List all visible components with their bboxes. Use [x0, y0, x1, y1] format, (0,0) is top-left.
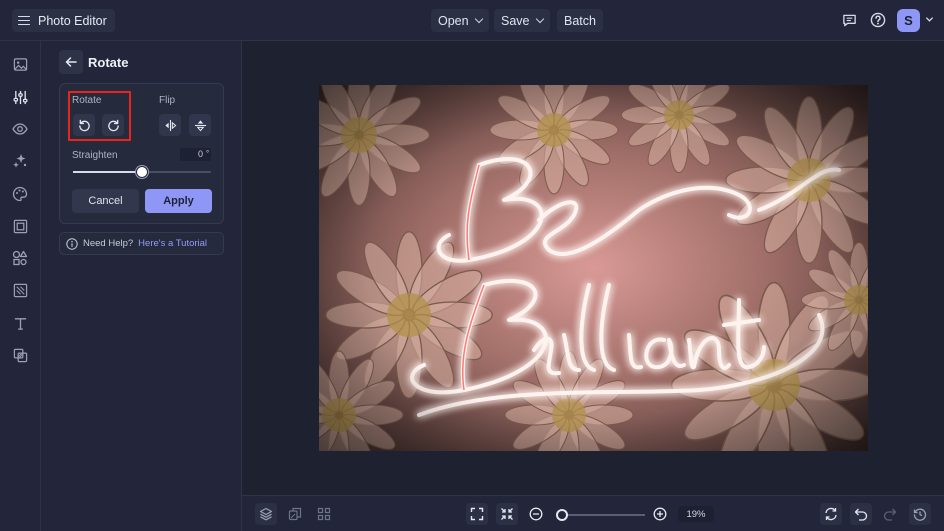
zoom-out-icon — [529, 507, 543, 521]
arrow-left-icon — [65, 57, 77, 67]
flip-vertical-button[interactable] — [189, 114, 211, 136]
zoom-value[interactable]: 19% — [678, 506, 714, 522]
redo-button[interactable] — [879, 503, 901, 525]
history-button[interactable] — [909, 503, 931, 525]
apply-button[interactable]: Apply — [145, 189, 212, 213]
zoom-slider-handle[interactable] — [555, 509, 568, 521]
rotate-ccw-icon — [78, 119, 90, 131]
degree-unit: ° — [206, 149, 210, 158]
sidebar-item-overlays[interactable] — [11, 346, 29, 364]
flip-label: Flip — [159, 95, 176, 106]
avatar[interactable]: S — [897, 9, 920, 32]
sidebar-item-frames[interactable] — [11, 217, 29, 235]
actual-size-button[interactable] — [496, 503, 518, 525]
reset-button[interactable] — [820, 503, 842, 525]
sidebar-item-color[interactable] — [11, 185, 29, 203]
chevron-down-icon — [474, 14, 483, 24]
fit-to-screen-button[interactable] — [466, 503, 488, 525]
cancel-button[interactable]: Cancel — [72, 189, 139, 213]
adjustments-icon — [13, 90, 27, 104]
neon-sign-photo — [319, 85, 868, 451]
flip-horizontal-icon — [164, 119, 176, 131]
batch-button[interactable]: Batch — [557, 9, 603, 32]
grid-icon — [317, 507, 331, 521]
compare-button[interactable] — [284, 503, 306, 525]
sidebar-item-image[interactable] — [11, 55, 29, 73]
chevron-down-icon[interactable] — [925, 15, 934, 24]
undo-icon — [854, 508, 868, 521]
zoom-out-button[interactable] — [525, 503, 547, 525]
grid-view-button[interactable] — [313, 503, 335, 525]
sidebar-item-adjustments[interactable] — [11, 88, 29, 106]
open-label: Open — [438, 13, 469, 28]
sidebar-item-graphics[interactable] — [11, 249, 29, 267]
compare-icon — [288, 507, 302, 521]
overlay-icon — [13, 348, 27, 362]
chevron-down-icon — [535, 14, 544, 24]
sidebar-item-textures[interactable] — [11, 281, 29, 299]
redo-icon — [883, 508, 897, 521]
app-title: Photo Editor — [38, 13, 107, 28]
flip-horizontal-button[interactable] — [159, 114, 181, 136]
bottom-toolbar: 19% — [242, 495, 944, 531]
app-menu-button[interactable]: Photo Editor — [12, 9, 115, 32]
zoom-slider[interactable] — [555, 509, 645, 521]
hamburger-icon — [18, 15, 30, 26]
straighten-slider-fill — [73, 171, 142, 173]
question-circle-icon — [870, 12, 886, 28]
chat-icon — [842, 14, 856, 26]
history-icon — [913, 508, 927, 521]
help-tutorial-link[interactable]: Need Help? Here's a Tutorial — [59, 232, 224, 255]
layers-button[interactable] — [255, 503, 277, 525]
canvas-area — [242, 41, 944, 495]
sidebar-item-text[interactable] — [11, 314, 29, 332]
expand-icon — [470, 507, 484, 521]
undo-button[interactable] — [850, 503, 872, 525]
save-menu-button[interactable]: Save — [494, 9, 550, 32]
palette-icon — [12, 186, 28, 202]
feedback-button[interactable] — [838, 9, 860, 31]
open-menu-button[interactable]: Open — [431, 9, 489, 32]
save-label: Save — [501, 13, 530, 28]
eye-icon — [12, 123, 28, 135]
shapes-icon — [12, 250, 28, 266]
rotate-panel: Rotate Rotate Flip Straighten 0 ° Cancel… — [41, 41, 242, 531]
texture-icon — [13, 283, 27, 297]
shrink-icon — [501, 508, 513, 520]
straighten-slider[interactable] — [73, 166, 211, 178]
image-icon — [13, 57, 27, 71]
flip-vertical-icon — [194, 119, 206, 131]
rotate-right-button[interactable] — [102, 114, 124, 136]
sparkle-effects-icon — [13, 154, 27, 168]
batch-label: Batch — [564, 13, 596, 28]
text-icon — [14, 317, 26, 330]
sidebar-item-effects[interactable] — [11, 152, 29, 170]
help-text: Need Help? — [83, 238, 134, 249]
refresh-icon — [825, 507, 837, 521]
rotate-label: Rotate — [72, 95, 102, 106]
tutorial-link[interactable]: Here's a Tutorial — [138, 238, 207, 249]
sidebar-item-view[interactable] — [11, 120, 29, 138]
zoom-in-icon — [653, 507, 667, 521]
zoom-in-button[interactable] — [649, 503, 671, 525]
panel-title: Rotate — [88, 55, 129, 70]
rotate-left-button[interactable] — [73, 114, 95, 136]
help-button[interactable] — [867, 9, 889, 31]
rotate-controls-card: Rotate Flip Straighten 0 ° Cancel Apply — [59, 83, 224, 224]
straighten-slider-handle[interactable] — [136, 166, 148, 178]
tool-sidebar — [0, 41, 41, 531]
top-bar: Photo Editor Open Save Batch S — [0, 0, 944, 41]
canvas-photo[interactable] — [319, 85, 868, 451]
layers-icon — [259, 507, 273, 521]
rotate-cw-icon — [107, 119, 119, 131]
frame-icon — [13, 219, 27, 233]
info-icon — [66, 237, 78, 250]
straighten-label: Straighten — [72, 150, 118, 161]
back-button[interactable] — [59, 50, 83, 74]
